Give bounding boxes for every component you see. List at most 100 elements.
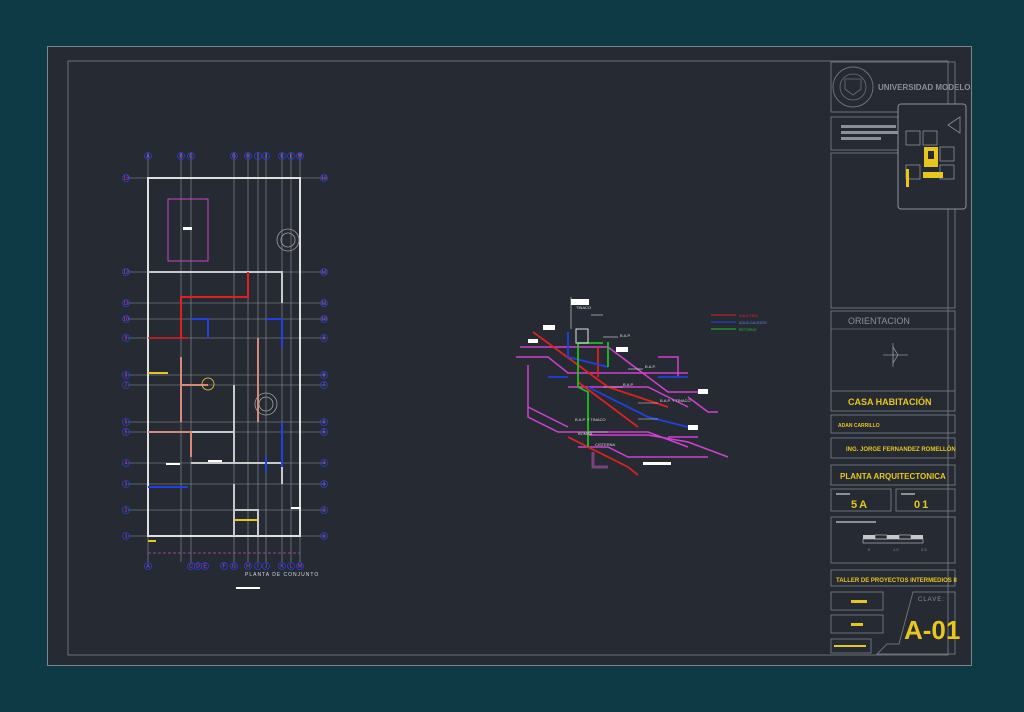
grid-bubble-top-H: H xyxy=(244,152,252,160)
svg-text:C: C xyxy=(189,564,193,570)
svg-text:11: 11 xyxy=(123,301,128,307)
compass-icon xyxy=(883,343,908,367)
grid-bubble-right-11: 11 xyxy=(320,299,328,307)
svg-text:M: M xyxy=(298,154,302,160)
svg-text:J: J xyxy=(265,564,268,570)
svg-text:12: 12 xyxy=(123,270,129,276)
svg-text:G: G xyxy=(232,564,236,570)
grid-bubble-right-12: 12 xyxy=(320,268,328,276)
grid-letters-top: A BC G H I J KLM xyxy=(144,152,304,160)
iso-label-1: B.A.P. xyxy=(620,333,631,338)
iso-label-7: CISTERNA xyxy=(595,442,616,447)
grid-bubble-bottom-E: E xyxy=(201,562,209,570)
semester-value: 5A xyxy=(851,499,869,511)
grid-bubble-bottom-L: L xyxy=(287,562,295,570)
svg-text:1: 1 xyxy=(323,534,326,540)
grid-bubble-left-12: 12 xyxy=(122,268,130,276)
inner-border xyxy=(67,60,949,656)
svg-text:1: 1 xyxy=(125,534,128,540)
grid-bubble-top-C: C xyxy=(187,152,195,160)
legend-return: RETORNO xyxy=(739,328,757,332)
svg-text:C: C xyxy=(189,154,193,160)
svg-text:13: 13 xyxy=(123,176,129,182)
svg-text:6: 6 xyxy=(125,420,128,426)
svg-text:12: 12 xyxy=(321,270,327,276)
university-name: UNIVERSIDAD MODELO xyxy=(878,83,970,92)
grid-bubble-left-13: 13 xyxy=(122,174,130,182)
grid-bubble-top-B: B xyxy=(177,152,185,160)
grid-bubble-top-M: M xyxy=(296,152,304,160)
svg-text:5: 5 xyxy=(323,430,326,436)
svg-text:10: 10 xyxy=(321,317,327,323)
grid-bubble-top-K: K xyxy=(278,152,286,160)
svg-text:D: D xyxy=(196,564,200,570)
svg-text:9: 9 xyxy=(125,336,128,342)
svg-text:13: 13 xyxy=(321,176,327,182)
svg-text:10: 10 xyxy=(123,317,129,323)
plan-caption: PLANTA DE CONJUNTO xyxy=(245,572,319,578)
iso-label-4: B.A.P. Y TINACO xyxy=(660,398,691,403)
grid-bubble-bottom-J: J xyxy=(262,562,270,570)
svg-text:L: L xyxy=(290,564,293,570)
svg-text:8: 8 xyxy=(125,373,128,379)
svg-text:9: 9 xyxy=(323,336,326,342)
grid-bubble-bottom-G: G xyxy=(230,562,238,570)
iso-label-6: BOMBA xyxy=(578,431,593,436)
svg-text:11: 11 xyxy=(321,301,326,307)
grid-bubble-bottom-K: K xyxy=(278,562,286,570)
svg-text:H: H xyxy=(246,564,250,570)
grid-bubble-left-11: 11 xyxy=(122,299,130,307)
svg-text:G: G xyxy=(232,154,236,160)
student-name: ADAN CARRILLO xyxy=(838,423,880,429)
svg-text:8: 8 xyxy=(323,373,326,379)
graphic-scale: 0 1.0 2.5 xyxy=(862,534,927,552)
svg-text:L: L xyxy=(290,154,293,160)
iso-label-3: B.A.P. xyxy=(623,382,634,387)
grid-bubble-right-13: 13 xyxy=(320,174,328,182)
grid-bubble-left-10: 10 xyxy=(122,315,130,323)
scale-tick-2: 2.5 xyxy=(921,547,927,552)
orientation-label: ORIENTACION xyxy=(848,316,910,326)
university-seal-icon xyxy=(832,66,874,108)
floor-plan xyxy=(128,153,326,589)
svg-text:6: 6 xyxy=(323,420,326,426)
grid-bubble-bottom-H: H xyxy=(244,562,252,570)
legend-hot: AGUA CALIENTE xyxy=(739,321,767,325)
course-name: TALLER DE PROYECTOS INTERMEDIOS II xyxy=(836,578,957,584)
grid-numbers-left: 13 12 11 10 9 8 7 6 5 4 3 2 1 xyxy=(122,174,130,540)
grid-bubble-right-10: 10 xyxy=(320,315,328,323)
svg-text:M: M xyxy=(298,564,302,570)
grid-bubble-bottom-D: D xyxy=(194,562,202,570)
clave-label: CLAVE: xyxy=(918,597,945,603)
grid-bubble-top-I: I xyxy=(254,152,262,160)
svg-text:J: J xyxy=(265,154,268,160)
grid-bubble-bottom-I: I xyxy=(254,562,262,570)
scale-tick-1: 1.0 xyxy=(893,547,899,552)
drawing-canvas: ABCGHIJKLM ACDEFGHIJKLM 1312111098765432… xyxy=(67,60,970,656)
grid-bubble-bottom-A: A xyxy=(144,562,152,570)
svg-text:4: 4 xyxy=(125,461,128,467)
grid-bubble-top-A: A xyxy=(144,152,152,160)
svg-text:3: 3 xyxy=(125,482,128,488)
svg-text:7: 7 xyxy=(323,383,326,389)
grid-letters-bottom: A CDE F G H I J KLM xyxy=(144,562,304,570)
grid-bubble-bottom-F: F xyxy=(220,562,228,570)
iso-label-0: TINACO xyxy=(576,305,591,310)
piping-legend: AGUA FRIA AGUA CALIENTE RETORNO xyxy=(711,314,767,332)
svg-text:I: I xyxy=(257,564,258,570)
iso-label-5: B.A.P. Y TINACO xyxy=(575,417,606,422)
svg-text:H: H xyxy=(246,154,250,160)
grid-bubble-top-G: G xyxy=(230,152,238,160)
svg-text:F: F xyxy=(222,564,225,570)
svg-text:5: 5 xyxy=(125,430,128,436)
teacher-name: ING. JORGE FERNANDEZ ROMELLÓN xyxy=(846,445,956,453)
iso-label-2: B.A.P. xyxy=(645,364,656,369)
legend-cold: AGUA FRIA xyxy=(739,314,758,318)
grid-bubble-top-L: L xyxy=(287,152,295,160)
svg-text:3: 3 xyxy=(323,482,326,488)
svg-text:4: 4 xyxy=(323,461,326,467)
svg-text:2: 2 xyxy=(323,508,326,514)
svg-text:7: 7 xyxy=(125,383,128,389)
project-title: CASA HABITACIÓN xyxy=(848,396,932,407)
drawing-sheet: ABCGHIJKLM ACDEFGHIJKLM 13 12 11 10 9 8 7 6 5 4 3 2… xyxy=(47,46,972,666)
